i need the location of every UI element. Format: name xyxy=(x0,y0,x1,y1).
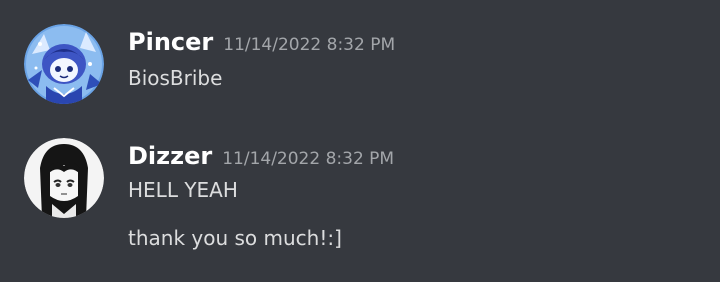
message-text: HELL YEAH xyxy=(128,178,238,202)
message-text: BiosBribe xyxy=(128,66,223,90)
message-header: Dizzer 11/14/2022 8:32 PM xyxy=(128,142,394,176)
timestamp: 11/14/2022 8:32 PM xyxy=(223,35,396,55)
message-group: Pincer 11/14/2022 8:32 PM BiosBribe xyxy=(0,24,720,114)
chat-messages: Pincer 11/14/2022 8:32 PM BiosBribe Dizz… xyxy=(0,0,720,282)
timestamp: 11/14/2022 8:32 PM xyxy=(222,149,395,169)
username[interactable]: Dizzer xyxy=(128,142,212,170)
anime-avatar-monochrome-icon xyxy=(24,138,104,218)
avatar[interactable] xyxy=(24,138,104,218)
message-text: thank you so much!:] xyxy=(128,226,342,250)
message-group: Dizzer 11/14/2022 8:32 PM HELL YEAH thank… xyxy=(0,138,720,268)
anime-avatar-blue-icon xyxy=(24,24,104,104)
avatar[interactable] xyxy=(24,24,104,104)
message-header: Pincer 11/14/2022 8:32 PM xyxy=(128,28,395,62)
username[interactable]: Pincer xyxy=(128,28,213,56)
